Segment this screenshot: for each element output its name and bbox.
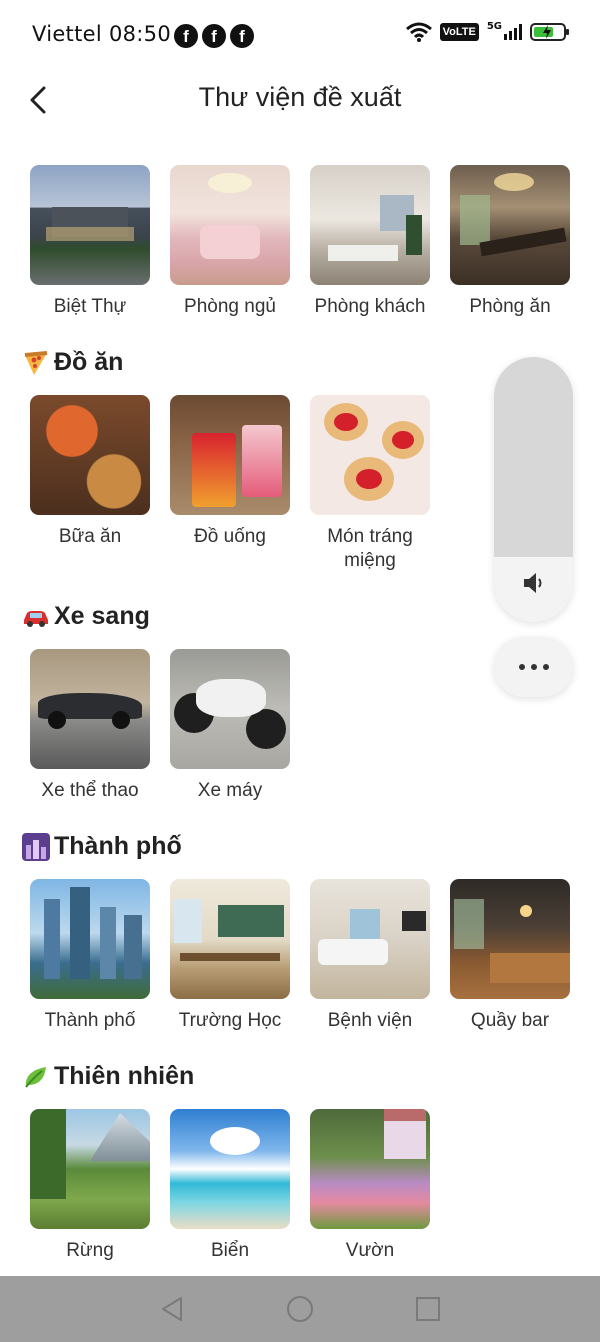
tile-label: Biển [210,1240,250,1261]
battery-icon [530,23,569,41]
car-icon [24,610,48,627]
garden-image [310,1109,430,1229]
wifi-icon [405,22,432,42]
leaf-icon [25,1066,46,1088]
notification-icons: f f f [174,24,254,48]
page-title: Thư viện đề xuất [198,82,402,112]
app-header: Thư viện đề xuất [0,70,600,130]
category-tile-sports-car[interactable]: Xe thể thao [29,649,151,803]
category-tile-dessert[interactable]: Món tráng miệng [309,395,431,573]
tile-label: Quầy bar [470,1010,550,1031]
category-tile-sea[interactable]: Biển [169,1109,291,1263]
facebook-icon: f [174,24,198,48]
dessert-image [310,395,430,515]
more-dot [530,664,537,670]
section-title-text: Xe sang [54,602,150,630]
section-title-luxury-cars: Xe sang [22,602,150,631]
category-tile-city[interactable]: Thành phố [29,879,151,1033]
category-tile-dining-room[interactable]: Phòng ăn [449,165,571,319]
category-tile-hospital[interactable]: Bệnh viện [309,879,431,1033]
volume-track[interactable] [494,357,573,557]
bedroom-image [170,165,290,285]
network-type: 5G [486,21,502,32]
volte-badge: VoLTE [439,23,479,41]
nav-home-icon[interactable] [285,1294,315,1324]
category-tile-villa[interactable]: Biệt Thự [29,165,151,319]
tile-label: Phòng khách [314,296,426,317]
hospital-image [310,879,430,999]
tile-label: Bữa ăn [58,526,122,547]
tile-label: Phòng ngủ [184,296,276,317]
nav-recents-icon[interactable] [413,1294,443,1324]
volume-slider[interactable] [494,357,573,622]
section-title-text: Thành phố [54,832,182,860]
tile-label: Rừng [66,1240,114,1261]
category-tile-forest[interactable]: Rừng [29,1109,151,1263]
category-tile-motorbike[interactable]: Xe máy [169,649,291,803]
tile-label: Trường Học [178,1010,282,1031]
dining-room-image [450,165,570,285]
nav-back-icon[interactable] [157,1294,187,1324]
section-title-nature: Thiên nhiên [22,1062,194,1091]
tile-label: Biệt Thự [53,296,127,317]
category-tile-bar[interactable]: Quầy bar [449,879,571,1033]
living-room-image [310,165,430,285]
category-tile-bedroom[interactable]: Phòng ngủ [169,165,291,319]
sea-image [170,1109,290,1229]
carrier-time: Viettel 08:50 [32,22,171,46]
facebook-icon: f [202,24,226,48]
tile-label: Xe thể thao [41,780,139,801]
city-icon [22,832,50,861]
drinks-image [170,395,290,515]
tile-label: Bệnh viện [327,1010,413,1031]
tile-label: Phòng ăn [469,296,551,317]
meal-image [30,395,150,515]
sports-car-image [30,649,150,769]
more-options-button[interactable] [494,637,573,697]
category-tile-meal[interactable]: Bữa ăn [29,395,151,549]
forest-image [30,1109,150,1229]
bar-image [450,879,570,999]
status-icons: VoLTE 5G [405,21,569,42]
status-bar: Viettel 08:50 f f f VoLTE 5G [0,0,600,70]
tile-label: Vườn [345,1240,395,1261]
category-tile-drinks[interactable]: Đồ uống [169,395,291,549]
section-title-text: Thiên nhiên [54,1062,195,1090]
signal-icon: 5G [486,21,522,40]
tile-label: Món tráng miệng [327,526,413,571]
school-image [170,879,290,999]
category-tile-living-room[interactable]: Phòng khách [309,165,431,319]
villa-image [30,165,150,285]
tile-label: Xe máy [197,780,263,801]
category-tile-garden[interactable]: Vườn [309,1109,431,1263]
tile-label: Đồ uống [194,526,266,547]
section-title-food: Đồ ăn [22,348,123,377]
more-dot [518,664,525,670]
section-title-city: Thành phố [22,832,182,861]
section-title-text: Đồ ăn [54,348,124,376]
more-dot [542,664,549,670]
city-image [30,879,150,999]
tile-label: Thành phố [44,1010,136,1031]
pizza-icon [24,350,48,375]
facebook-icon: f [230,24,254,48]
category-tile-school[interactable]: Trường Học [169,879,291,1033]
system-nav-bar [0,1276,600,1342]
speaker-icon[interactable] [520,569,548,597]
motorbike-image [170,649,290,769]
